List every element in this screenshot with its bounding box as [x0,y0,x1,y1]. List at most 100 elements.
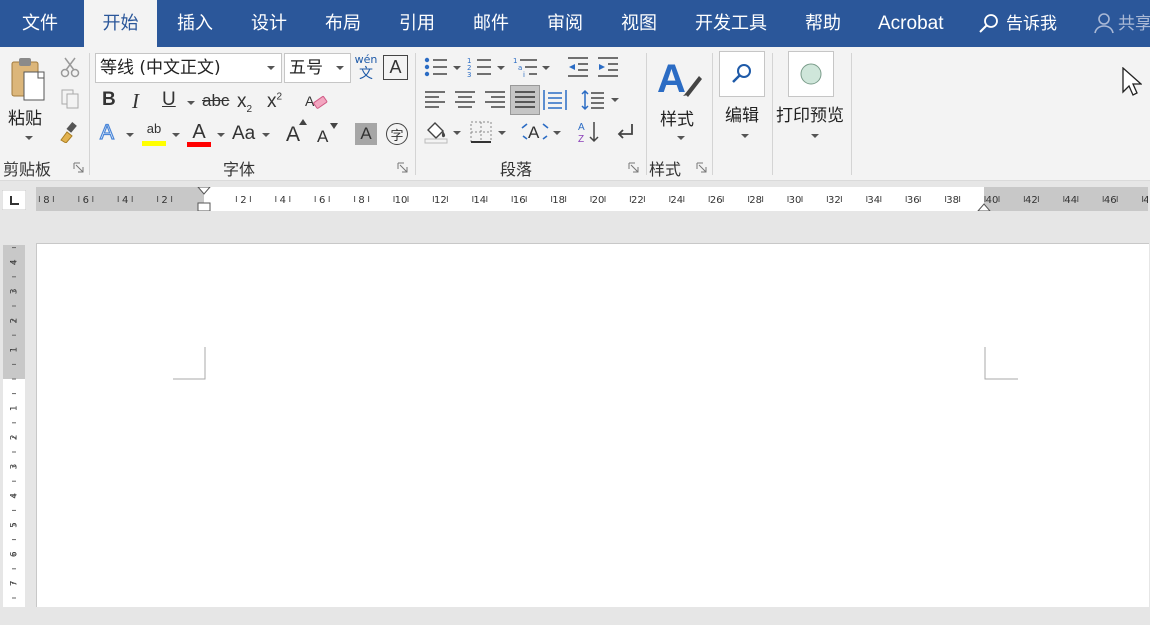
ruler-number-40: 40 [986,195,999,206]
strikethrough-button[interactable]: abc [202,91,229,111]
font-size-value: 五号 [289,58,323,78]
bold-button[interactable]: B [102,89,116,111]
align-center-button[interactable] [452,87,478,113]
tab-file[interactable]: 文件 [22,0,58,47]
ruler-number-left-4: 4 [122,195,128,206]
styles-dialog-launcher-icon[interactable] [696,162,707,173]
tab-layout[interactable]: 布局 [325,0,361,47]
tab-view[interactable]: 视图 [621,0,657,47]
enclose-characters-button[interactable]: 字 [386,123,408,145]
clipboard-dialog-launcher-icon[interactable] [73,162,84,173]
distributed-icon [543,90,567,110]
font-color-button[interactable]: A [186,121,212,147]
tab-references[interactable]: 引用 [399,0,435,47]
font-size-dropdown-arrow[interactable] [336,66,344,70]
decrease-indent-button[interactable] [565,55,591,79]
numbering-button[interactable]: 123 [466,55,494,79]
document-page[interactable] [36,243,1149,607]
print-preview-button[interactable] [788,51,834,97]
cut-button[interactable] [58,53,82,81]
underline-button[interactable]: U [162,89,176,111]
highlight-dropdown-arrow[interactable] [172,133,180,137]
character-shading-button[interactable]: A [355,123,377,145]
italic-button[interactable]: I [132,89,139,114]
clipboard-paste-icon [11,58,45,101]
ruler-number-left-8: 8 [43,195,49,206]
multilevel-list-button[interactable]: 1ai [512,55,540,79]
chinese-layout-button[interactable]: A [520,119,550,145]
svg-text:A: A [657,57,686,101]
tell-me-search[interactable]: 告诉我 [978,0,1057,47]
tab-home[interactable]: 开始 [84,0,157,48]
borders-dropdown-arrow[interactable] [498,131,506,135]
shading-dropdown-arrow[interactable] [453,131,461,135]
format-painter-button[interactable] [56,119,84,145]
clear-formatting-button[interactable]: A [303,89,329,115]
change-case-button[interactable]: Aa [232,123,255,145]
tab-review[interactable]: 审阅 [547,0,583,47]
paste-dropdown-arrow[interactable] [25,136,33,140]
align-left-button[interactable] [422,87,448,113]
tab-developer[interactable]: 开发工具 [695,0,767,47]
text-effects-button[interactable]: A [99,120,114,145]
editing-dropdown-arrow[interactable] [741,134,749,138]
paragraph-mark-icon [617,124,633,139]
tab-insert[interactable]: 插入 [177,0,213,47]
tab-mailings[interactable]: 邮件 [473,0,509,47]
group-separator [772,53,773,175]
numbering-dropdown-arrow[interactable] [497,66,505,70]
ruler-number-46: 46 [1104,195,1117,206]
horizontal-ruler[interactable]: 8 6 4 2 2 4 6 8 10 12 14 16 18 20 22 24 26 28 30 32 34 36 38 40… [36,187,1148,211]
font-size-combo[interactable]: 五号 [284,53,351,83]
styles-dropdown-arrow[interactable] [677,136,685,140]
ruler-number-6: 6 [319,195,325,206]
highlight-button[interactable]: ab [140,121,168,147]
align-right-button[interactable] [482,87,508,113]
font-color-dropdown-arrow[interactable] [217,133,225,137]
tab-selector-icon[interactable] [2,190,26,210]
tab-design[interactable]: 设计 [251,0,287,47]
chinese-layout-dropdown-arrow[interactable] [553,131,561,135]
print-preview-dropdown-arrow[interactable] [811,134,819,138]
font-dialog-launcher-icon[interactable] [397,162,408,173]
sort-button[interactable]: AZ [576,119,602,145]
tab-acrobat[interactable]: Acrobat [878,0,943,47]
text-effects-dropdown-arrow[interactable] [126,133,134,137]
distributed-button[interactable] [542,87,568,113]
subscript-button[interactable]: x2 [237,91,252,115]
grow-font-button[interactable]: A [286,123,300,147]
line-spacing-dropdown-arrow[interactable] [611,98,619,102]
copy-button[interactable] [58,85,82,113]
bullets-button[interactable] [422,55,450,79]
superscript-button[interactable]: x2 [267,91,282,113]
show-hide-marks-button[interactable] [612,119,638,145]
styles-gallery-button[interactable]: A [654,53,704,103]
shading-button[interactable] [422,119,450,145]
phonetic-guide-button[interactable]: wén 文 [354,51,378,83]
change-case-dropdown-arrow[interactable] [262,133,270,137]
font-name-combo[interactable]: 等线 (中文正文) [95,53,282,83]
left-indent-box[interactable] [197,202,211,211]
increase-indent-button[interactable] [595,55,621,79]
tab-help[interactable]: 帮助 [805,0,841,47]
vertical-ruler[interactable]: 43211234567 [3,245,25,607]
share-button[interactable]: 共享 [1094,0,1150,47]
underline-dropdown-arrow[interactable] [187,101,195,105]
highlight-color-bar [142,141,166,146]
font-color-bar [187,141,211,147]
paragraph-dialog-launcher-icon[interactable] [628,162,639,173]
multilevel-dropdown-arrow[interactable] [542,66,550,70]
font-name-dropdown-arrow[interactable] [267,66,275,70]
paste-button[interactable] [6,53,50,103]
editing-button[interactable] [719,51,765,97]
shrink-font-button[interactable]: A [317,127,328,147]
print-preview-icon [800,63,822,85]
numbered-list-icon: 123 [467,57,491,78]
character-border-button[interactable]: A [383,55,408,80]
copy-icon [61,89,79,109]
bullets-dropdown-arrow[interactable] [453,66,461,70]
line-spacing-button[interactable] [580,87,606,113]
borders-button[interactable] [468,119,494,145]
share-label: 共享 [1118,14,1150,34]
justify-button[interactable] [510,85,540,115]
